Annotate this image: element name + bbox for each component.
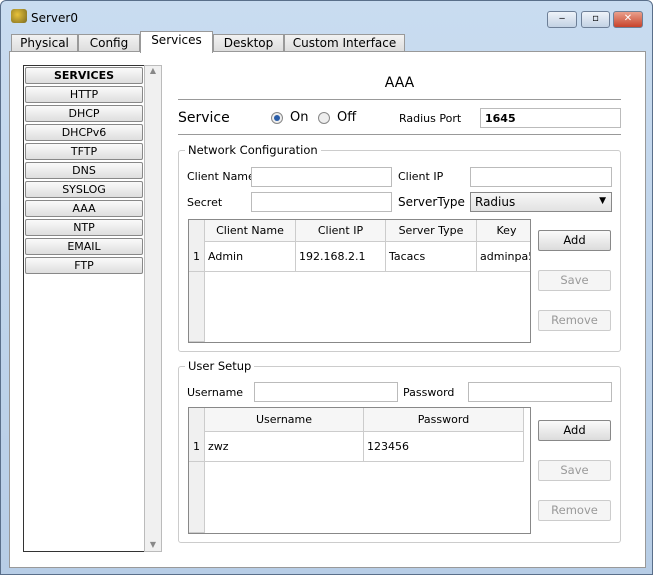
chevron-down-icon: ▼	[599, 196, 606, 206]
column-header[interactable]: Key	[477, 220, 530, 242]
client-name-label: Client Name	[187, 170, 255, 183]
window: Server0 ‒ ▫ ✕ Physical Config Services D…	[0, 0, 653, 575]
client-table: Client Name Client IP Server Type Key 1 Admin…	[188, 219, 531, 343]
row-number: 1	[189, 242, 205, 272]
service-item-tftp[interactable]: TFTP	[25, 143, 143, 160]
minimize-button[interactable]: ‒	[547, 11, 577, 28]
service-item-email[interactable]: EMAIL	[25, 238, 143, 255]
server-type-value: Radius	[475, 195, 516, 209]
add-user-button[interactable]: Add	[538, 420, 611, 441]
service-off-label: Off	[337, 110, 357, 125]
username-label: Username	[187, 386, 244, 399]
save-user-button[interactable]: Save	[538, 460, 611, 481]
user-table: Username Password 1 zwz 123456	[188, 407, 531, 534]
username-input[interactable]	[254, 382, 398, 402]
remove-user-button[interactable]: Remove	[538, 500, 611, 521]
user-setup-legend: User Setup	[185, 359, 255, 373]
column-header[interactable]: Password	[364, 408, 524, 432]
add-client-button[interactable]: Add	[538, 230, 611, 251]
service-item-ftp[interactable]: FTP	[25, 257, 143, 274]
service-item-syslog[interactable]: SYSLOG	[25, 181, 143, 198]
table-cell[interactable]: zwz	[205, 432, 364, 462]
scroll-down-icon[interactable]: ▼	[145, 540, 161, 549]
column-header[interactable]: Client Name	[205, 220, 296, 242]
service-item-ntp[interactable]: NTP	[25, 219, 143, 236]
radius-port-input[interactable]: 1645	[480, 108, 621, 128]
client-ip-label: Client IP	[398, 170, 444, 183]
column-header[interactable]: Client IP	[296, 220, 386, 242]
row-gutter	[189, 220, 205, 342]
service-off-radio[interactable]	[318, 112, 330, 124]
service-on-label: On	[290, 110, 309, 125]
secret-input[interactable]	[251, 192, 392, 212]
table-cell[interactable]: adminpa5	[477, 242, 530, 272]
client-name-input[interactable]	[251, 167, 392, 187]
server-type-label: ServerType	[398, 195, 465, 209]
network-configuration-legend: Network Configuration	[185, 143, 321, 157]
page-title: AAA	[384, 75, 415, 91]
service-label: Service	[178, 110, 230, 126]
row-number: 1	[189, 432, 205, 462]
service-item-dhcpv6[interactable]: DHCPv6	[25, 124, 143, 141]
radius-port-label: Radius Port	[399, 112, 462, 125]
close-button[interactable]: ✕	[613, 11, 643, 28]
table-cell[interactable]: 123456	[364, 432, 524, 462]
services-scrollbar[interactable]: ▲ ▼	[144, 65, 162, 552]
remove-client-button[interactable]: Remove	[538, 310, 611, 331]
server-type-select[interactable]: Radius ▼	[470, 192, 612, 212]
service-item-dhcp[interactable]: DHCP	[25, 105, 143, 122]
divider	[178, 134, 621, 135]
password-label: Password	[403, 386, 455, 399]
tab-desktop[interactable]: Desktop	[213, 34, 284, 52]
table-cell[interactable]: Tacacs	[386, 242, 477, 272]
service-item-http[interactable]: HTTP	[25, 86, 143, 103]
maximize-button[interactable]: ▫	[581, 11, 610, 28]
scroll-up-icon[interactable]: ▲	[145, 66, 161, 75]
column-header[interactable]: Username	[205, 408, 364, 432]
save-client-button[interactable]: Save	[538, 270, 611, 291]
column-header[interactable]: Server Type	[386, 220, 477, 242]
table-cell[interactable]: Admin	[205, 242, 296, 272]
server-app-icon	[11, 9, 27, 23]
row-gutter	[189, 408, 205, 533]
password-input[interactable]	[468, 382, 612, 402]
service-item-services[interactable]: SERVICES	[25, 67, 143, 84]
table-cell[interactable]: 192.168.2.1	[296, 242, 386, 272]
tab-physical[interactable]: Physical	[11, 34, 78, 52]
tab-config[interactable]: Config	[78, 34, 140, 52]
service-on-radio[interactable]	[271, 112, 283, 124]
client-ip-input[interactable]	[470, 167, 612, 187]
secret-label: Secret	[187, 196, 223, 209]
service-item-aaa[interactable]: AAA	[25, 200, 143, 217]
divider	[178, 99, 621, 100]
tab-custom-interface[interactable]: Custom Interface	[284, 34, 405, 52]
tab-services[interactable]: Services	[140, 31, 213, 53]
service-item-dns[interactable]: DNS	[25, 162, 143, 179]
window-title: Server0	[31, 11, 78, 25]
